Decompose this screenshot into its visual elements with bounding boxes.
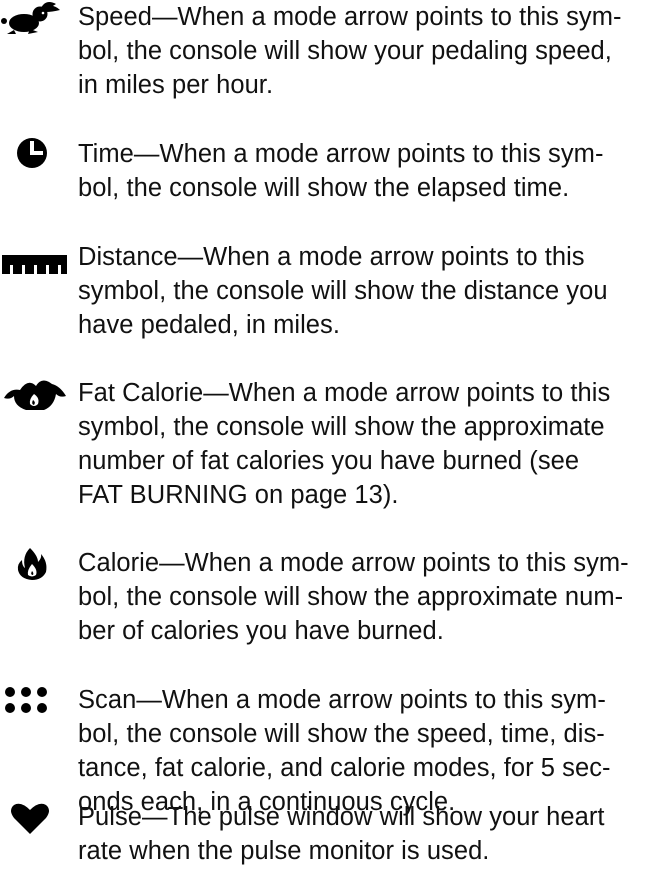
scan-dots-icon (0, 683, 76, 723)
text-line: Distance—When a mode arrow points to thi… (78, 243, 585, 271)
text-line: bol, the console will show the speed, ti… (78, 720, 605, 748)
clock-icon (0, 137, 76, 177)
mode-description: Pulse—The pulse window will show your he… (78, 800, 648, 868)
text-line: ber of calories you have burned. (78, 617, 444, 645)
text-line: rate when the pulse monitor is used. (78, 837, 490, 865)
mode-description: Distance—When a mode arrow points to thi… (78, 240, 648, 342)
text-line: symbol, the console will show the distan… (78, 277, 608, 305)
text-line: tance, fat calorie, and calorie modes, f… (78, 754, 611, 782)
text-line: symbol, the console will show the approx… (78, 413, 605, 441)
mode-description: Time—When a mode arrow points to this sy… (78, 137, 648, 205)
text-line: Pulse—The pulse window will show your he… (78, 803, 605, 831)
mode-description: Calorie—When a mode arrow points to this… (78, 546, 648, 648)
text-line: Calorie—When a mode arrow points to this… (78, 549, 629, 577)
text-line: number of fat calories you have burned (… (78, 447, 580, 475)
text-line: bol, the console will show your pedaling… (78, 37, 612, 65)
text-line: Scan—When a mode arrow points to this sy… (78, 686, 606, 714)
text-line: bol, the console will show the elapsed t… (78, 174, 570, 202)
rabbit-icon (0, 0, 76, 40)
text-line: Time—When a mode arrow points to this sy… (78, 140, 604, 168)
mode-description: Fat Calorie—When a mode arrow points to … (78, 376, 648, 512)
text-line: Fat Calorie—When a mode arrow points to … (78, 379, 611, 407)
text-line: in miles per hour. (78, 71, 274, 99)
mode-description: Speed—When a mode arrow points to this s… (78, 0, 648, 102)
text-line: have pedaled, in miles. (78, 311, 340, 339)
text-line: Speed—When a mode arrow points to this s… (78, 3, 622, 31)
flames-icon (0, 376, 76, 416)
heart-icon (0, 800, 76, 840)
text-line: FAT BURNING on page 13). (78, 481, 399, 509)
text-line: bol, the console will show the approxima… (78, 583, 624, 611)
flame-icon (0, 546, 76, 586)
mode-description: Scan—When a mode arrow points to this sy… (78, 683, 648, 819)
ruler-icon (0, 240, 76, 280)
